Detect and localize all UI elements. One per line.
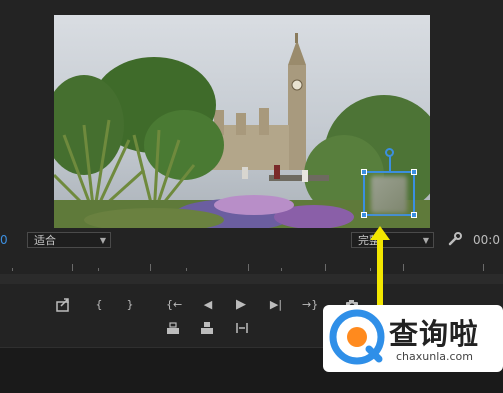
wrench-icon[interactable] bbox=[447, 231, 463, 247]
ruler-tick bbox=[186, 268, 187, 271]
chevron-down-icon: ▼ bbox=[422, 236, 429, 245]
lift-icon[interactable] bbox=[165, 320, 181, 336]
watermark-brand: 查询啦 bbox=[389, 317, 480, 351]
ruler-tick bbox=[98, 268, 99, 271]
ruler-tick bbox=[150, 264, 151, 271]
program-monitor: 0 适合 ▼ 完整 ▼ 00:0 { } {← ◀ ▶ ▶| →} 查询啦 ch… bbox=[0, 0, 503, 393]
mask-handle-bl[interactable] bbox=[361, 212, 367, 218]
step-forward-icon[interactable]: ▶| bbox=[268, 297, 284, 313]
zoom-fit-select[interactable]: 适合 ▼ bbox=[27, 232, 111, 248]
mosaic-mask-box[interactable] bbox=[361, 169, 417, 218]
ruler-tick bbox=[12, 268, 13, 271]
ruler-tick bbox=[281, 268, 282, 271]
mark-out-icon[interactable]: } bbox=[122, 297, 138, 313]
ruler-tick bbox=[483, 264, 484, 271]
step-back-icon[interactable]: ◀ bbox=[200, 297, 216, 313]
extract-icon[interactable] bbox=[199, 320, 215, 336]
go-to-in-icon[interactable]: {← bbox=[166, 297, 182, 313]
watermark-url: chaxunla.com bbox=[396, 350, 473, 363]
zoom-fit-value: 适合 bbox=[34, 234, 56, 247]
time-ruler[interactable] bbox=[0, 258, 503, 275]
chevron-down-icon: ▼ bbox=[99, 236, 106, 245]
play-icon[interactable]: ▶ bbox=[233, 297, 249, 313]
trim-icon[interactable] bbox=[234, 320, 250, 336]
ruler-tick bbox=[325, 264, 326, 271]
ruler-tick bbox=[72, 264, 73, 271]
mask-rotate-stem bbox=[389, 156, 391, 171]
mark-in-icon[interactable]: { bbox=[91, 297, 107, 313]
ruler-tick bbox=[403, 264, 404, 271]
watermark-logo-icon bbox=[329, 309, 385, 365]
mask-handle-br[interactable] bbox=[411, 212, 417, 218]
current-timecode[interactable]: 0 bbox=[0, 233, 8, 247]
export-frame-icon[interactable] bbox=[55, 297, 71, 313]
mask-handle-tr[interactable] bbox=[411, 169, 417, 175]
mask-handle-tl[interactable] bbox=[361, 169, 367, 175]
duration-timecode: 00:0 bbox=[473, 233, 500, 247]
mosaic-blur-area bbox=[371, 176, 407, 213]
ruler-tick bbox=[248, 264, 249, 271]
scrub-bar[interactable] bbox=[0, 274, 503, 284]
go-to-out-icon[interactable]: →} bbox=[302, 297, 318, 313]
